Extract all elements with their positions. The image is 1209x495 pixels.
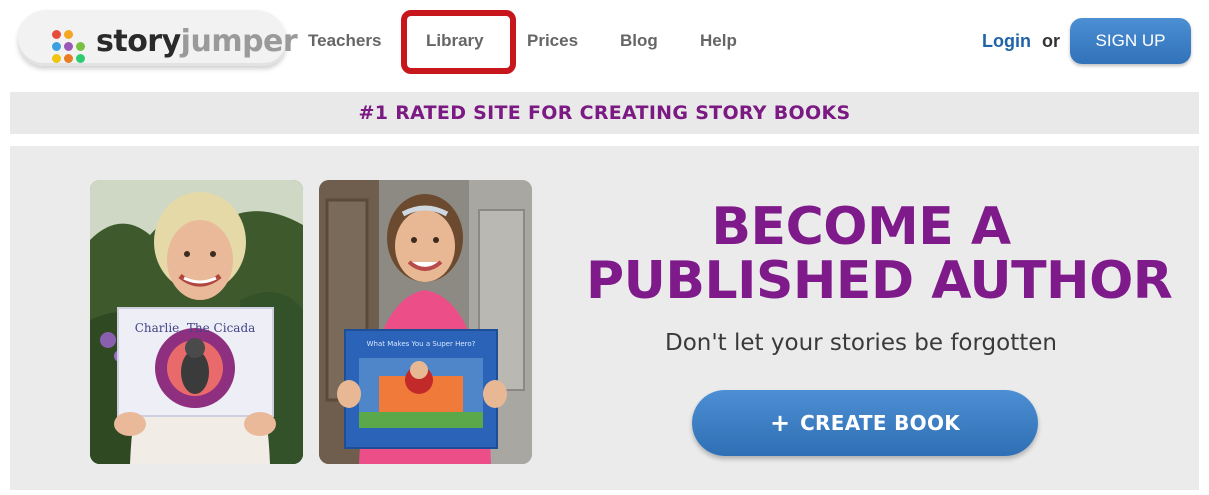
banner-text: #1 RATED SITE FOR CREATING STORY BOOKS xyxy=(358,102,851,124)
login-link[interactable]: Login xyxy=(982,30,1031,52)
book-title-text: Charlie, The Cicada xyxy=(135,321,256,335)
or-text: or xyxy=(1042,31,1060,51)
page: storyjumper Teachers Library Prices Blog… xyxy=(0,0,1209,495)
hero-title-line-1: BECOME A xyxy=(711,197,1011,257)
book-title-text: What Makes You a Super Hero? xyxy=(367,340,476,348)
hero-section: Charlie, The Cicada What Makes You a Sup… xyxy=(10,146,1199,490)
nav-blog[interactable]: Blog xyxy=(620,30,658,52)
create-book-label: CREATE BOOK xyxy=(800,411,961,435)
site-header: storyjumper Teachers Library Prices Blog… xyxy=(0,0,1209,86)
rating-banner: #1 RATED SITE FOR CREATING STORY BOOKS xyxy=(10,92,1199,134)
logo-wordmark: storyjumper xyxy=(96,24,298,59)
create-book-button[interactable]: + CREATE BOOK xyxy=(692,390,1038,456)
plus-icon: + xyxy=(769,409,791,437)
hero-subtitle: Don't let your stories be forgotten xyxy=(665,330,1057,356)
library-highlight-box xyxy=(401,10,516,74)
nav-teachers[interactable]: Teachers xyxy=(308,30,381,52)
nav-prices[interactable]: Prices xyxy=(527,30,578,52)
signup-button[interactable]: SIGN UP xyxy=(1070,18,1191,64)
photo-woman-holding-book: Charlie, The Cicada xyxy=(90,180,303,464)
hero-title-line-2: PUBLISHED AUTHOR xyxy=(586,251,1173,311)
storyjumper-logo[interactable]: storyjumper xyxy=(18,10,298,66)
hero-title: BECOME A PUBLISHED AUTHOR xyxy=(586,197,1173,311)
nav-help[interactable]: Help xyxy=(700,30,737,52)
photo-girl-holding-book: What Makes You a Super Hero? xyxy=(319,180,532,464)
logo-dots-icon xyxy=(52,30,90,64)
